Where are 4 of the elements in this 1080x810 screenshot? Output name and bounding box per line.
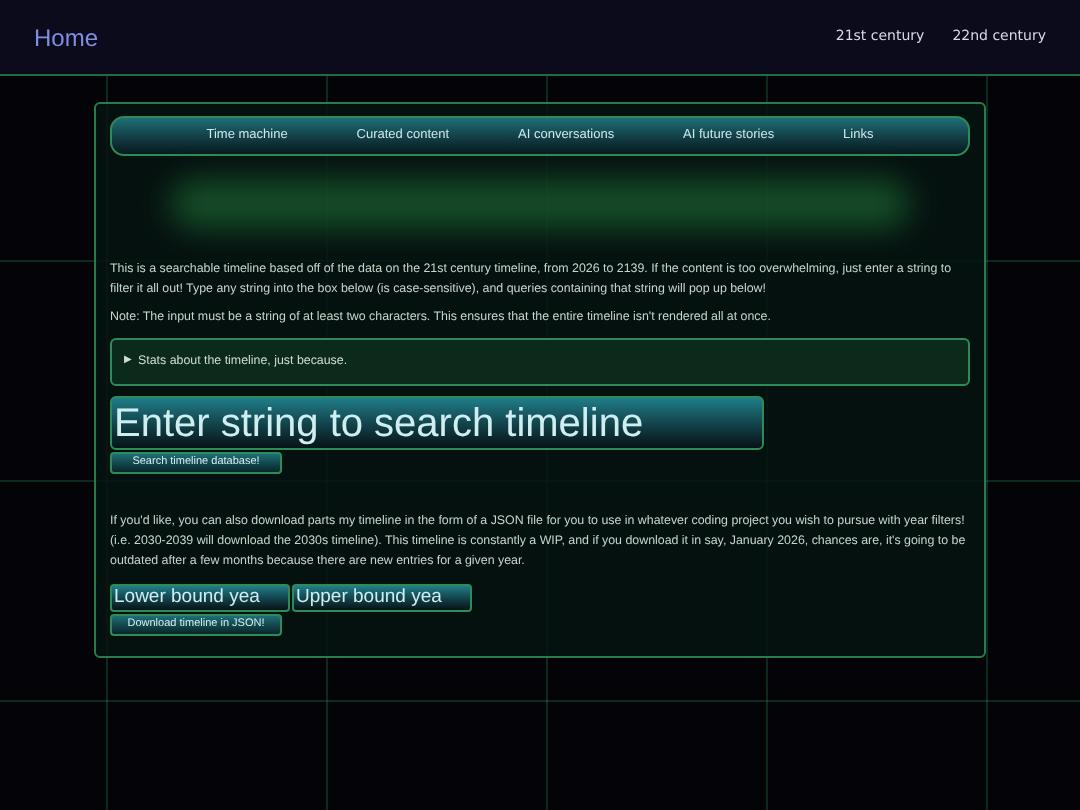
home-link[interactable]: Home <box>34 19 99 55</box>
lower-bound-field[interactable]: Lower bound yea <box>110 584 290 612</box>
upper-bound-field[interactable]: Upper bound yea <box>292 584 472 612</box>
search-field[interactable]: Enter string to search timeline <box>110 396 764 450</box>
